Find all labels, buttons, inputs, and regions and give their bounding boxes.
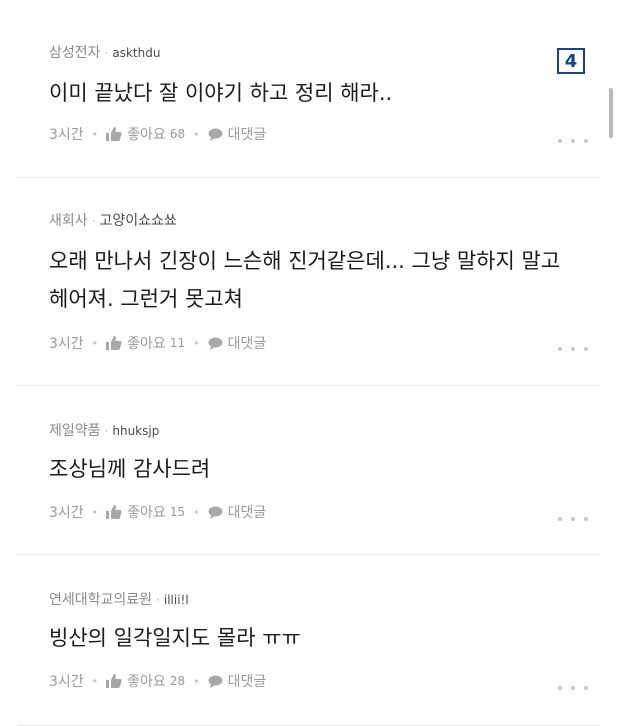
username[interactable]: hhuksjp <box>112 424 159 438</box>
like-button[interactable]: 좋아요 15 <box>106 502 185 522</box>
comment-item: 삼성전자 · askthdu 이미 끝났다 잘 이야기 하고 정리 해라.. 3시간… <box>17 0 600 178</box>
reply-label: 대댓글 <box>227 336 267 352</box>
comment-time: 3시간 <box>49 505 84 521</box>
action-separator: • <box>193 127 200 141</box>
comment-item: 연세대학교의료원 · illii!l 빙산의 일각일지도 몰라 ㅠㅠ 3시간 • 좋… <box>17 555 600 726</box>
speech-bubble-icon <box>208 506 223 519</box>
thumbs-up-icon <box>106 336 122 350</box>
comment-item: 새회사 · 고양이쇼쇼쑈 오래 만나서 긴장이 느슨해 진거같은데... 그냥 말하… <box>17 178 600 386</box>
like-count: 68 <box>169 127 186 141</box>
comment-actions: 3시간 • 좋아요 15 • 대댓글 <box>49 502 266 522</box>
company-name: 제일약품 <box>49 423 101 439</box>
like-button[interactable]: 좋아요 28 <box>106 671 185 691</box>
comment-actions: 3시간 • 좋아요 11 • 대댓글 <box>49 333 266 353</box>
scrollbar-thumb[interactable] <box>609 88 613 138</box>
company-name: 연세대학교의료원 <box>49 592 153 608</box>
like-count: 11 <box>169 336 186 350</box>
username[interactable]: 고양이쇼쇼쑈 <box>99 213 176 229</box>
reply-label: 대댓글 <box>227 505 267 521</box>
like-label: 좋아요 <box>127 336 166 352</box>
username[interactable]: askthdu <box>112 46 160 60</box>
company-name: 삼성전자 <box>49 45 101 61</box>
reply-button[interactable]: 대댓글 <box>208 671 267 691</box>
comment-time: 3시간 <box>49 674 84 690</box>
speech-bubble-icon <box>208 675 223 688</box>
meta-separator: · <box>156 593 160 607</box>
action-separator: • <box>91 127 99 141</box>
comment-feed: 삼성전자 · askthdu 이미 끝났다 잘 이야기 하고 정리 해라.. 3시간… <box>0 0 617 726</box>
annotation-badge: 4 <box>557 48 585 74</box>
meta-separator: · <box>91 214 96 228</box>
like-count: 28 <box>169 674 186 688</box>
company-name: 새회사 <box>49 213 88 229</box>
comment-time: 3시간 <box>49 336 84 352</box>
action-separator: • <box>91 674 99 688</box>
speech-bubble-icon <box>208 128 223 141</box>
comment-text: 이미 끝났다 잘 이야기 하고 정리 해라.. <box>49 81 393 105</box>
thumbs-up-icon <box>106 505 122 519</box>
meta-separator: · <box>104 424 109 438</box>
comment-meta: 삼성전자 · askthdu <box>49 42 160 62</box>
comment-meta: 연세대학교의료원 · illii!l <box>49 589 189 609</box>
thumbs-up-icon <box>106 674 122 688</box>
reply-button[interactable]: 대댓글 <box>208 124 267 144</box>
action-separator: • <box>193 505 200 519</box>
comment-time: 3시간 <box>49 127 84 143</box>
more-options-button[interactable] <box>558 514 588 524</box>
thumbs-up-icon <box>106 127 122 141</box>
reply-button[interactable]: 대댓글 <box>208 502 267 522</box>
username[interactable]: illii!l <box>164 593 189 607</box>
action-separator: • <box>193 336 200 350</box>
comment-text: 빙산의 일각일지도 몰라 ㅠㅠ <box>49 626 301 650</box>
speech-bubble-icon <box>208 337 223 350</box>
like-label: 좋아요 <box>127 674 166 690</box>
action-separator: • <box>91 505 99 519</box>
comment-meta: 새회사 · 고양이쇼쇼쑈 <box>49 210 177 230</box>
comment-meta: 제일약품 · hhuksjp <box>49 420 159 440</box>
more-options-button[interactable] <box>558 344 588 354</box>
comment-actions: 3시간 • 좋아요 68 • 대댓글 <box>49 124 266 144</box>
comment-actions: 3시간 • 좋아요 28 • 대댓글 <box>49 671 266 691</box>
like-button[interactable]: 좋아요 68 <box>106 124 185 144</box>
comment-text: 조상님께 감사드려 <box>49 457 211 481</box>
action-separator: • <box>91 336 99 350</box>
like-label: 좋아요 <box>127 127 166 143</box>
like-count: 15 <box>169 505 186 519</box>
reply-label: 대댓글 <box>227 127 267 143</box>
reply-label: 대댓글 <box>227 674 267 690</box>
comment-item: 제일약품 · hhuksjp 조상님께 감사드려 3시간 • 좋아요 15 • 대댓… <box>17 386 600 555</box>
more-options-button[interactable] <box>558 683 588 693</box>
meta-separator: · <box>104 46 109 60</box>
like-button[interactable]: 좋아요 11 <box>106 333 185 353</box>
reply-button[interactable]: 대댓글 <box>208 333 267 353</box>
more-options-button[interactable] <box>558 136 588 146</box>
action-separator: • <box>193 674 200 688</box>
like-label: 좋아요 <box>127 505 166 521</box>
comment-text: 오래 만나서 긴장이 느슨해 진거같은데... 그냥 말하지 말고 헤어져. 그… <box>49 249 561 311</box>
